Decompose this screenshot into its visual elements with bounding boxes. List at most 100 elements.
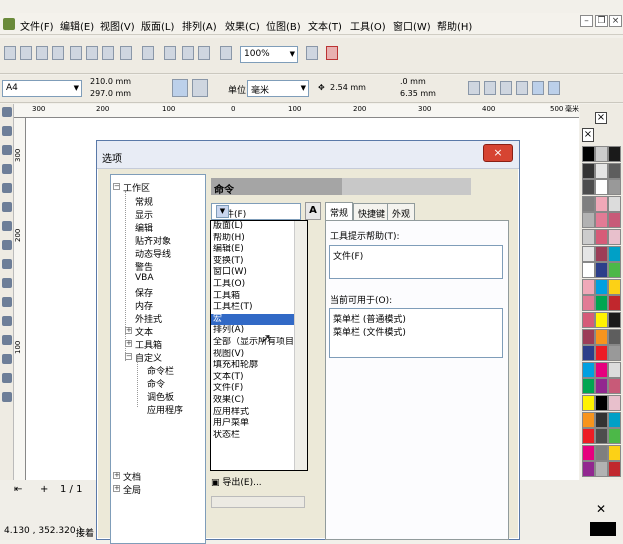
color-swatch[interactable]: [582, 378, 595, 395]
menu-layout[interactable]: 版面(L): [141, 18, 174, 33]
color-swatch[interactable]: [582, 312, 595, 328]
open-icon[interactable]: [20, 46, 32, 60]
color-swatch[interactable]: [608, 411, 621, 428]
welcome-icon[interactable]: [220, 46, 232, 60]
color-swatch[interactable]: [595, 395, 608, 411]
color-swatch[interactable]: [595, 179, 608, 196]
used-in-list[interactable]: 菜单栏 (普通模式) 菜单栏 (文件模式): [329, 308, 503, 358]
print-icon[interactable]: [52, 46, 64, 60]
color-swatch[interactable]: [582, 229, 595, 245]
nudge-value[interactable]: 2.54 mm: [330, 83, 366, 92]
dropdown-option-highlighted[interactable]: 宏: [211, 313, 307, 326]
add-page-icon[interactable]: +: [40, 484, 48, 495]
tree-item-workspace[interactable]: 工作区: [123, 181, 150, 194]
units-combo[interactable]: 毫米 ▼: [247, 80, 309, 97]
color-swatch[interactable]: [582, 461, 595, 478]
first-page-icon[interactable]: ⇤: [14, 484, 22, 495]
tree-item-warnings[interactable]: 警告: [135, 260, 153, 273]
color-swatch[interactable]: [582, 262, 595, 279]
interactive-fill-tool-icon[interactable]: [2, 392, 12, 402]
color-swatch[interactable]: [608, 245, 621, 262]
snap-icon[interactable]: [306, 46, 318, 60]
tree-item-command-bars[interactable]: 命令栏: [147, 364, 174, 377]
close-icon[interactable]: ×: [483, 144, 513, 162]
dropdown-option[interactable]: 全部（显示所有项目）: [211, 337, 307, 349]
color-swatch[interactable]: [595, 245, 608, 262]
tree-item-palettes[interactable]: 调色板: [147, 390, 174, 403]
tree-item-memory[interactable]: 内存: [135, 299, 153, 312]
smart-fill-tool-icon[interactable]: [2, 202, 12, 212]
tree-item-commands[interactable]: 命令: [147, 377, 165, 390]
color-swatch[interactable]: [595, 229, 608, 245]
menu-bitmaps[interactable]: 位图(B): [266, 18, 301, 33]
dropdown-scrollbar[interactable]: [294, 221, 307, 470]
color-swatch[interactable]: [595, 295, 608, 312]
color-swatch[interactable]: [582, 428, 595, 445]
tab-general[interactable]: 常规: [325, 202, 354, 220]
dropdown-option[interactable]: 变换(T): [211, 256, 307, 268]
page-height-label[interactable]: 297.0 mm: [90, 89, 131, 98]
color-swatch[interactable]: [595, 361, 608, 378]
color-swatch[interactable]: [608, 295, 621, 312]
dropdown-option[interactable]: 用户菜单: [211, 418, 307, 430]
menu-effects[interactable]: 效果(C): [225, 18, 260, 33]
color-swatch[interactable]: [582, 162, 595, 179]
color-swatch[interactable]: [582, 278, 595, 295]
dropdown-option[interactable]: 版面(L): [211, 221, 307, 233]
portrait-icon[interactable]: [172, 79, 188, 97]
tree-item-document[interactable]: 文档: [123, 470, 141, 483]
tree-item-plugins[interactable]: 外挂式: [135, 312, 162, 325]
color-swatch[interactable]: [608, 378, 621, 395]
shape-tool-icon[interactable]: [2, 126, 12, 136]
command-category-select[interactable]: 文件(F) ▼: [211, 203, 301, 220]
color-swatch[interactable]: [608, 229, 621, 245]
eyedropper-tool-icon[interactable]: [2, 335, 12, 345]
crop-tool-icon[interactable]: [2, 145, 12, 155]
pick-tool-icon[interactable]: [2, 107, 12, 117]
color-swatch[interactable]: [582, 245, 595, 262]
page-size-combo[interactable]: A4 ▼: [2, 80, 82, 97]
color-swatch[interactable]: [582, 361, 595, 378]
expand-icon[interactable]: +: [125, 340, 132, 347]
dropdown-option[interactable]: 效果(C): [211, 395, 307, 407]
collapse-icon[interactable]: −: [125, 353, 132, 360]
text-tool-icon[interactable]: [2, 297, 12, 307]
redo-icon[interactable]: [142, 46, 154, 60]
dropdown-option[interactable]: 工具栏(T): [211, 302, 307, 314]
treat-as-filled-icon[interactable]: [484, 81, 496, 95]
color-swatch[interactable]: [582, 295, 595, 312]
dropdown-option[interactable]: 帮助(H): [211, 233, 307, 245]
tree-item-save[interactable]: 保存: [135, 286, 153, 299]
snap-grid-icon[interactable]: [500, 81, 512, 95]
copy-icon[interactable]: [86, 46, 98, 60]
menu-file[interactable]: 文件(F): [20, 18, 54, 33]
no-fill-icon[interactable]: ×: [582, 128, 594, 142]
color-swatch[interactable]: [608, 461, 621, 478]
expand-icon[interactable]: +: [113, 472, 120, 479]
color-swatch[interactable]: [595, 212, 608, 229]
color-swatch[interactable]: [608, 195, 621, 212]
color-swatch[interactable]: [608, 395, 621, 411]
color-swatch[interactable]: [595, 328, 608, 345]
dropdown-option[interactable]: 视图(V): [211, 349, 307, 361]
color-swatch[interactable]: [582, 195, 595, 212]
tab-shortcuts[interactable]: 快捷键: [353, 203, 391, 220]
color-swatch[interactable]: [582, 146, 595, 162]
new-icon[interactable]: [4, 46, 16, 60]
tree-item-vba[interactable]: VBA: [135, 273, 154, 283]
menu-view[interactable]: 视图(V): [100, 18, 135, 33]
tab-appearance[interactable]: 外观: [387, 203, 416, 220]
color-swatch[interactable]: [608, 212, 621, 229]
color-swatch[interactable]: [582, 411, 595, 428]
dynamic-guides-icon[interactable]: [532, 81, 544, 95]
zoom-combo[interactable]: 100% ▼: [240, 46, 298, 63]
color-swatch[interactable]: [582, 345, 595, 362]
dropdown-option[interactable]: 工具箱: [211, 291, 307, 303]
zoom-tool-icon[interactable]: [2, 164, 12, 174]
color-swatch[interactable]: [608, 262, 621, 279]
color-swatch[interactable]: [595, 278, 608, 295]
expand-icon[interactable]: +: [125, 327, 132, 334]
color-swatch[interactable]: [608, 361, 621, 378]
import-icon[interactable]: [164, 46, 176, 60]
duplicate-x-value[interactable]: .0 mm: [400, 77, 426, 86]
